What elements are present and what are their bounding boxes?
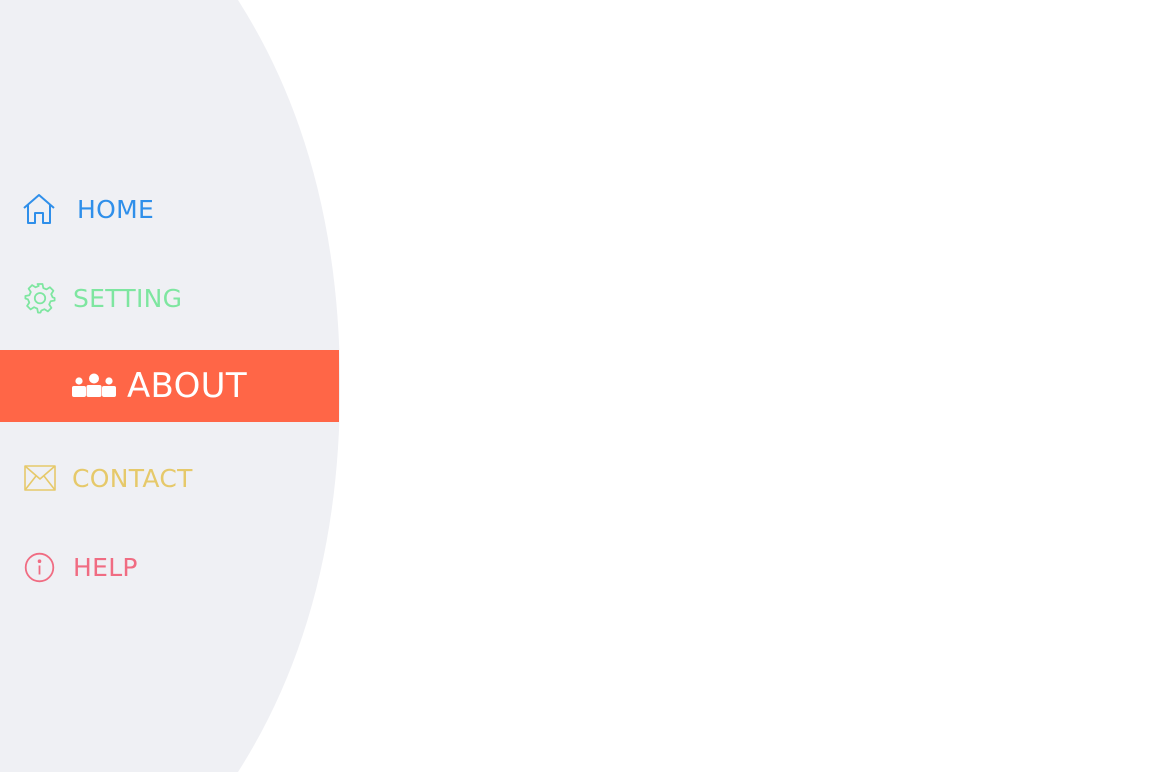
menu-item-contact[interactable]: CONTACT [0,455,339,501]
menu-item-about-active[interactable]: ABOUT [0,350,339,422]
menu-item-help[interactable]: HELP [0,544,339,590]
menu-item-setting[interactable]: SETTING [0,275,339,321]
info-icon [24,552,55,583]
app-canvas: HOME SETTING ABOUT CONTACT HELP [0,0,1160,772]
envelope-icon [24,465,56,491]
people-icon [71,373,117,399]
main-content-area [340,0,1160,772]
gear-icon [24,282,56,314]
menu-label-contact: CONTACT [72,463,193,493]
menu-item-home[interactable]: HOME [0,186,339,232]
menu-label-about: ABOUT [127,366,247,406]
menu-label-setting: SETTING [73,283,183,313]
home-icon [22,193,56,225]
sidebar-menu: HOME SETTING ABOUT CONTACT HELP [0,0,340,772]
menu-label-help: HELP [73,552,138,582]
menu-label-home: HOME [77,194,155,224]
